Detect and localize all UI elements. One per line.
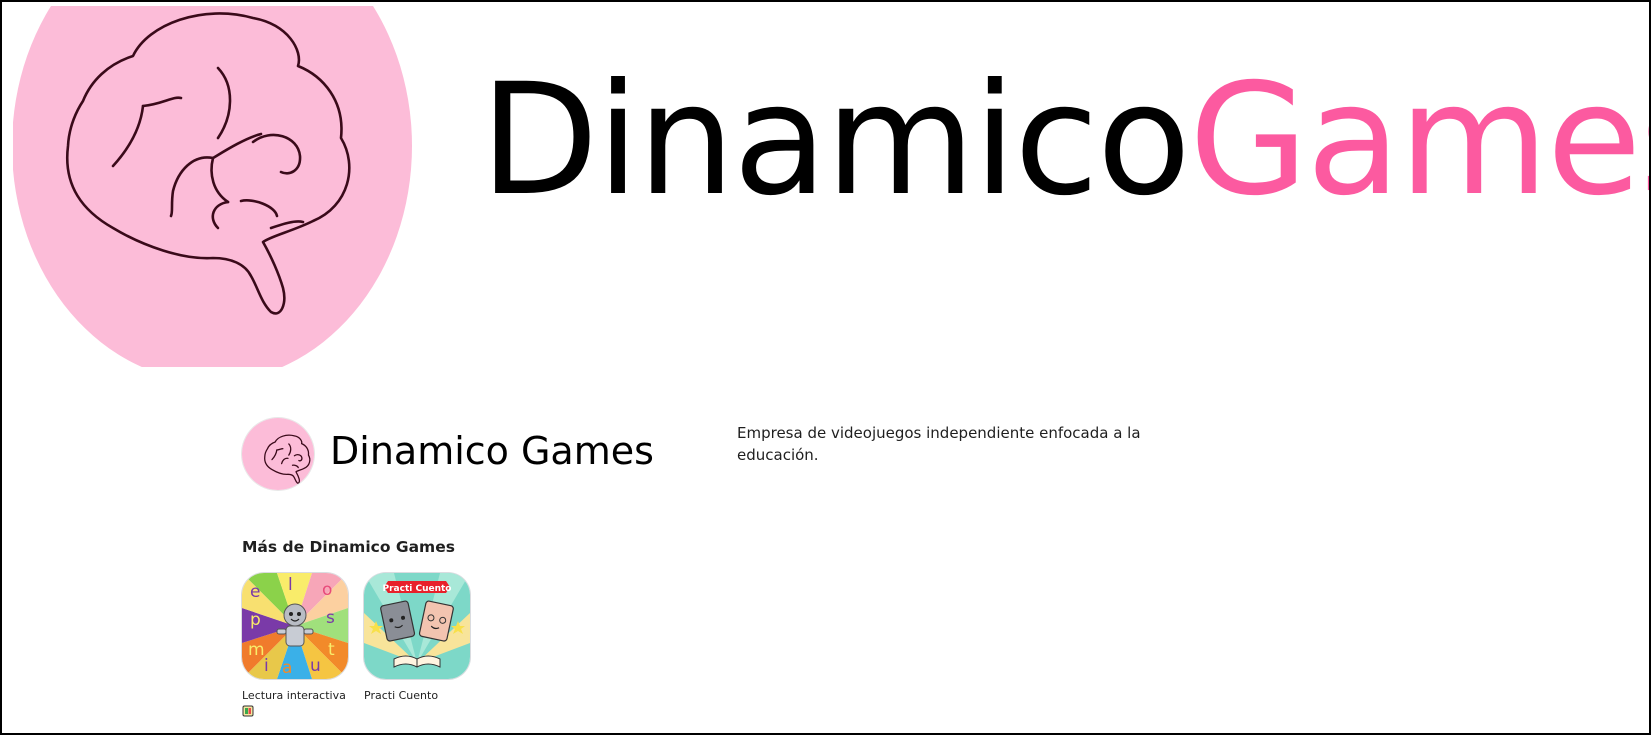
svg-text:p: p bbox=[250, 610, 261, 630]
brain-icon bbox=[13, 6, 413, 367]
svg-text:i: i bbox=[264, 656, 269, 676]
more-from-developer-heading: Más de Dinamico Games bbox=[242, 538, 455, 556]
app-card-practi-cuento[interactable]: Practi Cuento Practi Cuento bbox=[364, 573, 474, 703]
developer-name: Dinamico Games bbox=[330, 429, 654, 473]
app-card-lectura-interactiva[interactable]: e l o p s m i a u t Lectura interactiva bbox=[242, 573, 352, 717]
developer-description: Empresa de videojuegos independiente enf… bbox=[737, 424, 1141, 464]
wordmark-games: Games bbox=[1189, 51, 1649, 230]
practi-cuento-banner-text: Practi Cuento bbox=[383, 584, 452, 594]
svg-text:t: t bbox=[328, 640, 335, 660]
svg-text:u: u bbox=[310, 656, 321, 676]
developer-avatar bbox=[242, 418, 314, 490]
practi-cuento-app-icon[interactable]: Practi Cuento bbox=[364, 573, 470, 679]
lectura-interactiva-app-icon[interactable]: e l o p s m i a u t bbox=[242, 573, 348, 679]
developer-banner: DinamicoGames bbox=[2, 2, 1649, 367]
svg-text:l: l bbox=[288, 575, 293, 595]
page-frame: DinamicoGames Dinamico Games Empresa de … bbox=[0, 0, 1651, 735]
svg-text:s: s bbox=[326, 608, 335, 628]
svg-text:m: m bbox=[248, 640, 265, 660]
svg-text:a: a bbox=[282, 658, 292, 678]
brain-icon bbox=[242, 418, 314, 490]
developer-header: Dinamico Games Empresa de videojuegos in… bbox=[242, 416, 1442, 496]
svg-text:e: e bbox=[250, 582, 260, 602]
wordmark-dinamico: Dinamico bbox=[480, 51, 1191, 230]
svg-text:o: o bbox=[322, 580, 332, 600]
app-name-lectura-interactiva[interactable]: Lectura interactiva bbox=[242, 689, 352, 703]
book-badge-icon bbox=[242, 705, 254, 717]
app-name-practi-cuento[interactable]: Practi Cuento bbox=[364, 689, 474, 703]
banner-wordmark: DinamicoGames bbox=[480, 64, 1649, 218]
